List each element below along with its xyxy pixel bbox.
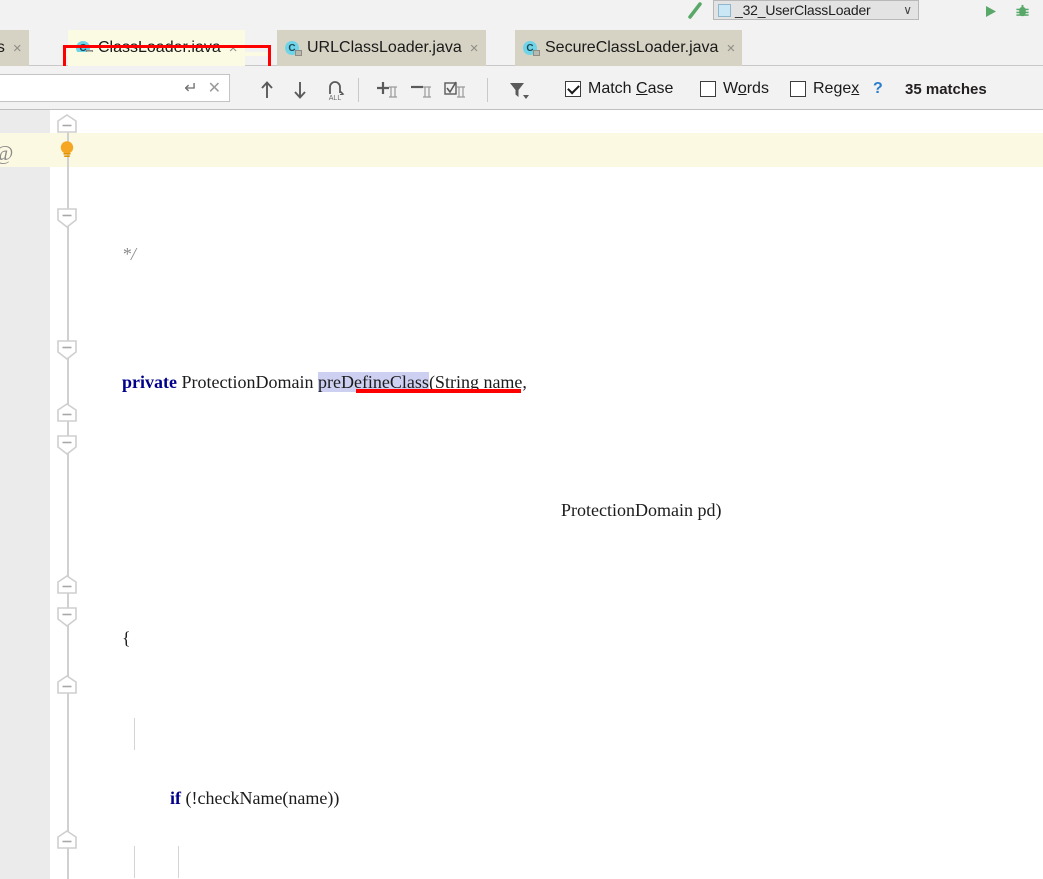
run-button[interactable]	[980, 2, 1000, 20]
fold-region-line	[67, 132, 69, 879]
fold-marker[interactable]	[56, 114, 78, 134]
chevron-down-icon[interactable]: ∨	[903, 3, 914, 17]
editor-tab-truncated[interactable]: ass ×	[0, 30, 29, 66]
annotation-gutter-symbol: @	[0, 141, 13, 166]
code-line: if (!checkName(name))	[86, 718, 1043, 808]
fold-marker[interactable]	[56, 607, 78, 627]
tab-label: SecureClassLoader.java	[545, 39, 719, 56]
checkbox-box[interactable]	[700, 81, 716, 97]
regex-checkbox[interactable]: Regex	[790, 80, 859, 98]
remove-occurrence-button[interactable]	[406, 78, 436, 102]
checkbox-box[interactable]	[565, 81, 581, 97]
editor-tab-urlclassloader[interactable]: C URLClassLoader.java ×	[277, 30, 486, 66]
run-configuration-selector[interactable]: _32_UserClassLoader ∨	[713, 0, 919, 20]
match-count-label: 35 matches	[905, 81, 987, 98]
fold-marker[interactable]	[56, 435, 78, 455]
close-icon[interactable]: ×	[724, 41, 735, 56]
search-input-value[interactable]: ss	[0, 80, 174, 97]
toolbar-separator	[358, 78, 359, 102]
code-line: */	[86, 206, 1043, 264]
match-case-label: Match Case	[588, 80, 674, 97]
editor-tab-classloader[interactable]: C ClassLoader.java ×	[68, 30, 245, 66]
code-content[interactable]: */ private ProtectionDomain preDefineCla…	[86, 110, 1043, 879]
search-clear-icon[interactable]: ✕	[208, 78, 223, 98]
red-underline-annotation	[356, 389, 521, 393]
toolbar-separator	[487, 78, 488, 102]
fold-marker[interactable]	[56, 403, 78, 423]
fold-marker[interactable]	[56, 340, 78, 360]
search-input[interactable]: ss ↵ ✕	[0, 74, 230, 102]
checkbox-box[interactable]	[790, 81, 806, 97]
fold-marker[interactable]	[56, 208, 78, 228]
words-label: Words	[723, 80, 769, 97]
find-previous-button[interactable]	[255, 78, 279, 102]
search-enter-icon[interactable]: ↵	[174, 78, 207, 98]
select-all-sublabel: ALL	[328, 94, 342, 102]
editor-tab-bar: ass × C ClassLoader.java × C URLClassLoa…	[0, 22, 1043, 90]
match-case-checkbox[interactable]: Match Case	[565, 80, 673, 98]
find-next-button[interactable]	[288, 78, 312, 102]
code-line: {	[86, 590, 1043, 648]
run-config-icon	[718, 3, 731, 17]
tab-label: ass	[0, 39, 5, 56]
code-token: {	[122, 628, 131, 648]
code-line: throw new NoClassDefFoundError( s: "Ille…	[86, 846, 1043, 878]
add-occurrence-button[interactable]	[372, 78, 402, 102]
ide-window: _32_UserClassLoader ∨ ass × C	[0, 0, 1043, 879]
code-line: ProtectionDomain pd)	[86, 462, 1043, 520]
select-all-carets-button[interactable]	[440, 78, 470, 102]
java-class-icon: C	[285, 40, 302, 56]
close-icon[interactable]: ×	[468, 41, 479, 56]
editor-tab-secureclassloader[interactable]: C SecureClassLoader.java ×	[515, 30, 743, 66]
fold-marker[interactable]	[56, 830, 78, 850]
fold-marker[interactable]	[56, 575, 78, 595]
code-token: ProtectionDomain	[181, 372, 314, 392]
intention-bulb-icon[interactable]	[58, 140, 76, 160]
close-icon[interactable]: ×	[11, 41, 22, 56]
run-config-toolbar: _32_UserClassLoader ∨	[0, 0, 1043, 22]
code-token: ProtectionDomain pd)	[561, 500, 722, 520]
code-editor[interactable]: @ */ private ProtectionDomain preDefineC…	[0, 110, 1043, 879]
filter-icon[interactable]	[505, 78, 533, 102]
code-token: private	[122, 372, 177, 392]
editor-left-gutter[interactable]	[0, 110, 50, 879]
code-line-signature: private ProtectionDomain preDefineClass(…	[86, 334, 1043, 393]
java-class-icon: C	[523, 40, 540, 56]
code-token: (!checkName(name))	[181, 788, 340, 808]
select-all-occurrences-button[interactable]: ALL	[320, 78, 350, 102]
fold-marker[interactable]	[56, 675, 78, 695]
tab-label: URLClassLoader.java	[307, 39, 462, 56]
regex-label: Regex	[813, 80, 860, 97]
run-config-name: _32_UserClassLoader	[735, 2, 871, 18]
words-checkbox[interactable]: Words	[700, 80, 769, 98]
navigate-back-icon[interactable]	[684, 0, 710, 22]
active-tab-top-strip	[66, 52, 268, 56]
debug-button[interactable]	[1012, 2, 1032, 20]
find-help-icon[interactable]: ?	[873, 80, 883, 98]
code-token: */	[122, 244, 137, 264]
